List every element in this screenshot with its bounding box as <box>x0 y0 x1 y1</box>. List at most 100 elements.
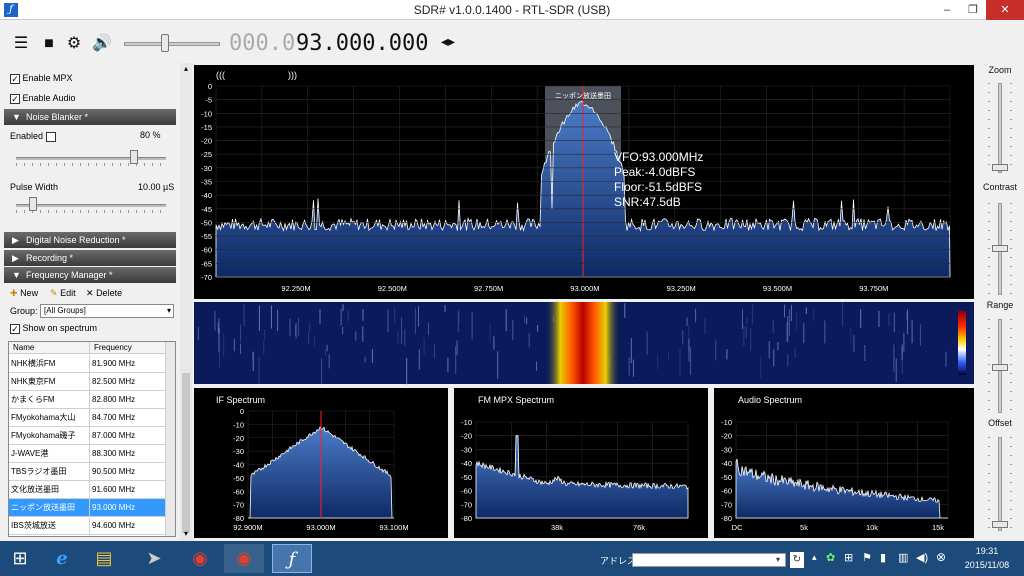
column-frequency[interactable]: Frequency <box>89 342 165 354</box>
address-input[interactable] <box>632 553 786 567</box>
app-arrow-icon[interactable]: ➤ <box>134 544 174 573</box>
freq-manager-section[interactable]: ▼ Frequency Manager * <box>4 267 176 283</box>
nb-threshold-thumb[interactable] <box>130 150 138 164</box>
waterfall-streak <box>794 348 796 358</box>
waterfall-streak <box>893 344 895 373</box>
waterfall-streak <box>524 315 526 323</box>
if-spectrum-title: IF Spectrum <box>216 395 265 405</box>
waterfall-streak <box>773 349 775 367</box>
refresh-icon[interactable]: ↻ <box>790 552 804 568</box>
nb-enabled-option[interactable]: Enabled <box>10 131 56 142</box>
waterfall-streak <box>455 346 457 374</box>
station-name: TBSラジオ墨田 <box>11 467 67 476</box>
close-button[interactable]: ✕ <box>986 0 1024 20</box>
waterfall-streak <box>325 348 326 357</box>
audio-x-tick-label: 5k <box>800 523 808 532</box>
table-row[interactable]: IBS茨城放送 94.600 MHz <box>9 517 165 535</box>
zoom-slider-thumb[interactable] <box>992 164 1008 171</box>
clock-date[interactable]: 2015/11/08 <box>958 560 1016 570</box>
tray-volume-icon[interactable]: ◀) <box>916 551 928 564</box>
show-on-spectrum-option[interactable]: ✓ Show on spectrum <box>10 323 97 334</box>
station-frequency: 94.600 MHz <box>89 517 165 535</box>
tray-expand-icon[interactable]: ▴ <box>812 552 817 563</box>
tray-battery-icon[interactable]: ▮ <box>880 551 886 564</box>
tray-windows-icon[interactable]: ⊞ <box>844 551 853 564</box>
pulse-width-thumb[interactable] <box>29 197 37 211</box>
nb-threshold-slider[interactable] <box>16 157 166 160</box>
table-row[interactable]: 文化放送墨田 91.600 MHz <box>9 481 165 499</box>
clock-time[interactable]: 19:31 <box>960 546 1014 556</box>
offset-slider[interactable] <box>998 437 1002 531</box>
station-name: FMyokohama大山 <box>11 413 76 422</box>
maximize-button[interactable]: ❐ <box>960 0 986 20</box>
nb-enabled-checkbox[interactable] <box>45 131 56 142</box>
table-row[interactable]: FMyokohama磯子 87.000 MHz <box>9 427 165 445</box>
waterfall-streak <box>752 304 754 325</box>
column-name[interactable]: Name <box>9 342 89 354</box>
table-row[interactable]: FMyokohama大山 84.700 MHz <box>9 409 165 427</box>
edit-icon: ✎ <box>50 288 58 298</box>
table-row[interactable]: かまくらFM 82.800 MHz <box>9 391 165 409</box>
new-label: New <box>20 288 39 298</box>
volume-slider-thumb[interactable] <box>161 34 169 52</box>
waterfall-streak <box>270 305 272 329</box>
waterfall-streak <box>746 318 748 325</box>
tray-signal-icon[interactable]: ▥ <box>898 551 908 564</box>
tray-close-icon[interactable]: ⊗ <box>936 550 946 564</box>
volume-slider[interactable] <box>124 42 220 46</box>
frequency-display-leading[interactable]: 000.0 <box>229 31 295 56</box>
windows-start-icon[interactable]: ⊞ <box>0 544 40 573</box>
group-select[interactable]: [All Groups] ▾ <box>40 304 174 318</box>
offset-slider-thumb[interactable] <box>992 521 1008 528</box>
internet-explorer-icon[interactable]: e <box>42 544 82 573</box>
scroll-up-icon[interactable]: ▴ <box>182 64 190 73</box>
tray-network-icon[interactable]: ✿ <box>826 551 835 564</box>
zoom-slider[interactable] <box>998 83 1002 173</box>
chrome-icon[interactable]: ◉ <box>180 544 220 573</box>
show-on-spectrum-checkbox[interactable]: ✓ <box>10 323 20 334</box>
waterfall-streak <box>787 354 789 367</box>
table-row[interactable]: J-WAVE港 88.300 MHz <box>9 445 165 463</box>
mpx-y-tick-label: -60 <box>461 487 472 496</box>
frequency-step-arrows[interactable]: ◂▸ <box>441 33 455 50</box>
recording-section[interactable]: ▶ Recording * <box>4 250 176 266</box>
main-y-tick-label: -65 <box>201 259 212 268</box>
table-row[interactable]: TBSラジオ墨田 90.500 MHz <box>9 463 165 481</box>
chrome-dev-icon[interactable]: ◉ <box>224 544 264 573</box>
scroll-down-icon[interactable]: ▾ <box>182 529 190 538</box>
menu-icon[interactable]: ☰ <box>11 35 31 53</box>
table-scrollbar[interactable] <box>165 342 175 536</box>
table-row[interactable]: NHK横浜FM 81.900 MHz <box>9 355 165 373</box>
sdrsharp-taskbar-icon[interactable]: ƒ <box>272 544 312 573</box>
gear-icon[interactable]: ⚙ <box>64 35 84 53</box>
edit-button[interactable]: ✎ Edit <box>50 288 76 299</box>
recording-header: Recording * <box>26 253 74 263</box>
waterfall-streak <box>686 317 688 326</box>
range-slider-thumb[interactable] <box>992 364 1008 371</box>
main-y-tick-label: -55 <box>201 232 212 241</box>
new-button[interactable]: ✚ New <box>10 288 38 299</box>
noise-blanker-section[interactable]: ▼ Noise Blanker * <box>4 109 176 125</box>
enable-mpx-option[interactable]: ✓ Enable MPX <box>10 73 73 84</box>
table-row-selected[interactable]: ニッポン放送墨田 93.000 MHz <box>9 499 165 517</box>
frequency-display[interactable]: 93.000.000 <box>296 31 428 56</box>
edit-label: Edit <box>60 288 76 298</box>
address-dropdown-icon[interactable]: ▾ <box>776 553 786 567</box>
enable-audio-option[interactable]: ✓ Enable Audio <box>10 93 76 104</box>
tray-flag-icon[interactable]: ⚑ <box>862 551 872 564</box>
digital-nr-section[interactable]: ▶ Digital Noise Reduction * <box>4 232 176 248</box>
enable-audio-checkbox[interactable]: ✓ <box>10 93 20 104</box>
table-row[interactable]: NHK東京FM 82.500 MHz <box>9 373 165 391</box>
volume-icon[interactable]: 🔊 <box>92 35 112 53</box>
file-explorer-icon[interactable]: ▤ <box>84 544 124 573</box>
minimize-button[interactable]: ‒ <box>934 0 960 20</box>
panel-scrollbar-thumb[interactable] <box>182 373 190 533</box>
enable-mpx-checkbox[interactable]: ✓ <box>10 73 20 84</box>
waterfall-streak <box>803 323 805 344</box>
main-x-tick-label: 92.250M <box>281 284 310 293</box>
pulse-width-slider[interactable] <box>16 204 166 207</box>
contrast-slider-thumb[interactable] <box>992 245 1008 252</box>
waterfall-streak <box>347 311 349 321</box>
stop-icon[interactable]: ■ <box>39 35 59 53</box>
delete-button[interactable]: ✕ Delete <box>86 288 122 299</box>
